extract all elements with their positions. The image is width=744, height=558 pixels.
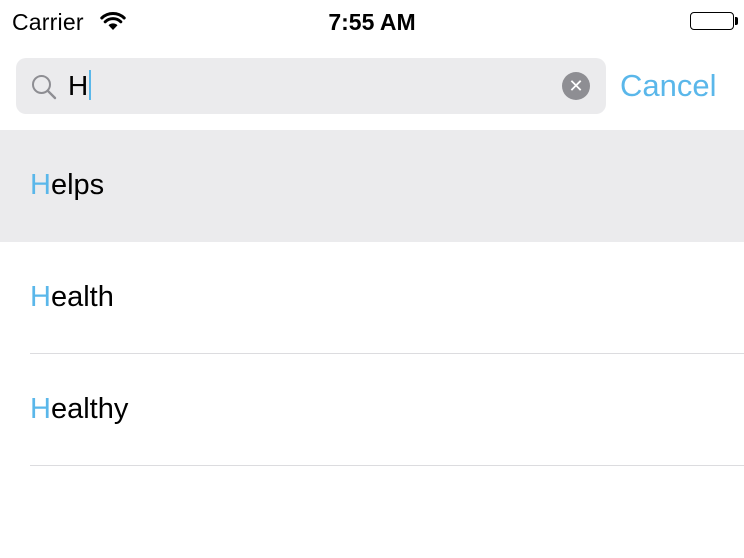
result-match-text: H [30,393,51,425]
result-label: Helps [30,167,104,203]
result-row[interactable]: Health [0,242,744,354]
battery-full-icon [690,12,740,32]
clear-circle-icon[interactable]: ✕ [562,72,590,100]
result-rest-text: ealthy [50,393,129,425]
search-input[interactable]: H [68,69,92,103]
result-label: Healthy [30,391,128,427]
search-bar: H ✕ Cancel [0,42,744,130]
search-query-text: H [68,70,89,101]
result-label: Health [30,279,114,315]
search-field[interactable]: H ✕ [16,58,606,114]
text-cursor [89,70,92,100]
result-row[interactable]: Healthy [0,354,744,466]
result-rest-text: elps [50,169,105,201]
search-results-list: Helps Health Healthy [0,130,744,466]
result-row[interactable]: Helps [0,130,744,242]
status-bar: Carrier 7:55 AM [0,0,744,42]
cancel-button[interactable]: Cancel [620,64,740,108]
result-match-text: H [30,281,51,313]
row-separator [30,465,744,466]
result-rest-text: ealth [50,281,114,313]
result-match-text: H [30,169,51,201]
search-icon [30,73,58,101]
status-time: 7:55 AM [328,9,416,35]
